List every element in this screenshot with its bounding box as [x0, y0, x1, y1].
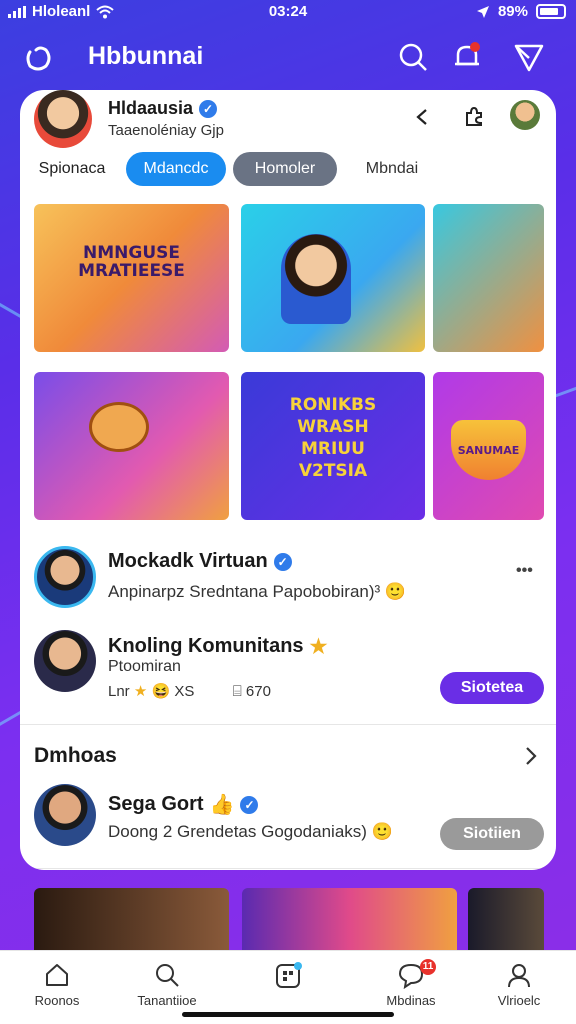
laugh-emoji-icon: 😆: [151, 683, 171, 700]
nav-home[interactable]: Roonos: [12, 961, 102, 1008]
chevron-right-icon[interactable]: [524, 746, 538, 766]
app-header: Hbbunnai: [0, 30, 576, 86]
profile-name: Hldaausia ✓: [108, 98, 218, 119]
profile-header: Hldaausia ✓ Taaenoléniay Gjp: [34, 90, 544, 148]
nav-profile[interactable]: Vlrioelc: [474, 961, 564, 1008]
avatar[interactable]: [34, 784, 96, 846]
smile-emoji-icon: 🙂: [371, 822, 393, 841]
nav-search[interactable]: Tanantiioe: [122, 961, 212, 1008]
media-tile[interactable]: [34, 888, 229, 958]
notification-badge: 11: [420, 959, 436, 975]
home-indicator: [182, 1012, 394, 1017]
divider: [20, 724, 556, 725]
bell-icon[interactable]: [450, 40, 484, 74]
create-icon: [276, 962, 302, 988]
share-icon[interactable]: [412, 106, 434, 128]
avatar[interactable]: [34, 90, 92, 148]
tile-caption: NMNGUSE MRATIEESE: [78, 243, 185, 281]
media-tile[interactable]: RONIKBS WRASH MRIUU V2TSIA: [241, 372, 425, 520]
avatar[interactable]: [34, 546, 96, 608]
app-title: Hbbunnai: [88, 42, 204, 70]
tile-caption: SANUMAE: [457, 444, 520, 457]
post-text: Anpinarpz Sredntana Papobobiran)³ 🙂: [108, 582, 407, 601]
verified-icon: ✓: [199, 99, 218, 118]
media-tile[interactable]: [242, 888, 457, 958]
camera-icon: ⌸: [232, 683, 242, 700]
thumbnail-image: [89, 402, 149, 452]
category-tabs: Spionaca Mdancdc Homoler Mbndai: [20, 152, 556, 188]
smile-emoji-icon: 🙂: [384, 582, 407, 601]
search-icon[interactable]: [396, 40, 430, 74]
post-subline: Ptoomiran: [108, 658, 181, 675]
star-icon: ★: [309, 636, 328, 658]
tab-homoler[interactable]: Homoler: [233, 152, 337, 186]
thumbs-up-icon: 👍: [209, 794, 235, 816]
search-icon: [156, 964, 179, 987]
section-title: Dmhoas: [34, 744, 117, 767]
media-tile[interactable]: [468, 888, 544, 958]
post-stats: Lnr ★ 😆 XS ⌸ 670: [108, 683, 271, 700]
battery-icon: [536, 4, 566, 19]
media-tile[interactable]: [34, 372, 229, 520]
star-icon: ★: [133, 683, 148, 700]
app-logo-icon[interactable]: [22, 42, 54, 74]
follow-button[interactable]: Siotiien: [440, 818, 544, 850]
post-author-name: Knoling Komunitans ★: [108, 635, 328, 658]
home-icon: [46, 964, 68, 986]
post-author-name: Mockadk Virtuan ✓: [108, 550, 292, 573]
avatar[interactable]: [510, 100, 540, 130]
media-tile[interactable]: [433, 204, 544, 352]
verified-icon: ✓: [240, 795, 259, 814]
tab-spionaca[interactable]: Spionaca: [28, 152, 116, 186]
feed-card: Hldaausia ✓ Taaenoléniay Gjp Spionaca Md…: [20, 90, 556, 870]
battery-percent: 89%: [497, 3, 528, 20]
tab-mbndai[interactable]: Mbndai: [350, 152, 434, 186]
send-icon[interactable]: [512, 40, 546, 74]
nav-messages[interactable]: Mbdinas 11: [366, 959, 456, 1008]
post-text: Doong 2 Grendetas Gogodaniaks) 🙂: [108, 822, 393, 841]
profile-subtitle: Taaenoléniay Gjp: [108, 122, 224, 139]
thumbnail-image: [281, 234, 351, 324]
verified-icon: ✓: [273, 552, 292, 571]
media-tile[interactable]: NMNGUSE MRATIEESE: [34, 204, 229, 352]
follow-button[interactable]: Siotetea: [440, 672, 544, 704]
tile-caption: RONIKBS WRASH MRIUU V2TSIA: [289, 395, 377, 481]
status-bar: Hloleanl 03:24 89%: [0, 0, 576, 24]
post-author-name: Sega Gort 👍 ✓: [108, 792, 259, 817]
media-tile[interactable]: SANUMAE: [433, 372, 544, 520]
more-options-icon[interactable]: •••: [516, 562, 533, 580]
nav-create[interactable]: [243, 961, 333, 995]
location-icon: [476, 5, 489, 18]
divider: [20, 868, 556, 869]
tab-mdancdc[interactable]: Mdancdc: [126, 152, 226, 186]
avatar[interactable]: [34, 630, 96, 692]
puzzle-icon[interactable]: [462, 104, 486, 128]
media-tile[interactable]: [241, 204, 425, 352]
profile-icon: [508, 964, 530, 988]
